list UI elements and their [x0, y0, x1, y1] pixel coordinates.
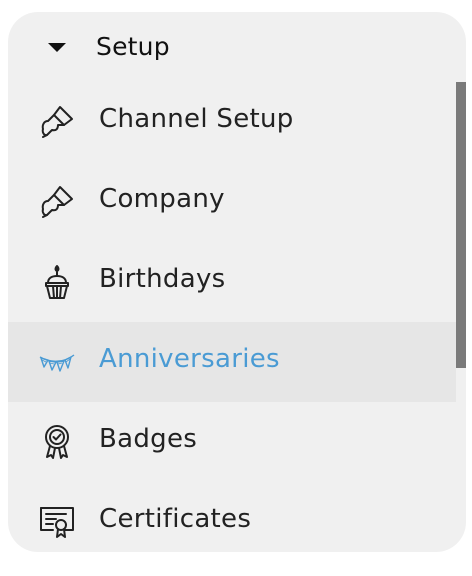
menu-item-badges[interactable]: Badges	[8, 402, 456, 482]
paintbrush-icon	[38, 183, 76, 221]
menu-item-company[interactable]: Company	[8, 162, 456, 242]
cupcake-icon	[38, 263, 76, 301]
setup-header-label: Setup	[96, 32, 170, 61]
menu-item-label: Birthdays	[99, 264, 226, 294]
scrollbar-thumb[interactable]	[456, 82, 466, 368]
badge-ribbon-icon	[38, 423, 76, 461]
menu-item-birthdays[interactable]: Birthdays	[8, 242, 456, 322]
setup-menu-panel: Setup Channel Setup Company Birthdays An…	[8, 12, 466, 552]
paintbrush-icon	[38, 103, 76, 141]
setup-section-header[interactable]: Setup	[8, 12, 466, 82]
menu-item-label: Anniversaries	[99, 344, 280, 374]
menu-item-label: Channel Setup	[99, 104, 294, 134]
menu-item-label: Badges	[99, 424, 198, 454]
certificate-icon	[38, 503, 76, 541]
menu-item-certificates[interactable]: Certificates	[8, 482, 456, 552]
caret-down-icon[interactable]	[48, 43, 66, 52]
menu-item-label: Certificates	[99, 504, 252, 534]
menu-item-label: Company	[99, 184, 225, 214]
menu-item-channel-setup[interactable]: Channel Setup	[8, 82, 456, 162]
bunting-flags-icon	[38, 343, 76, 381]
menu-item-anniversaries[interactable]: Anniversaries	[8, 322, 456, 402]
